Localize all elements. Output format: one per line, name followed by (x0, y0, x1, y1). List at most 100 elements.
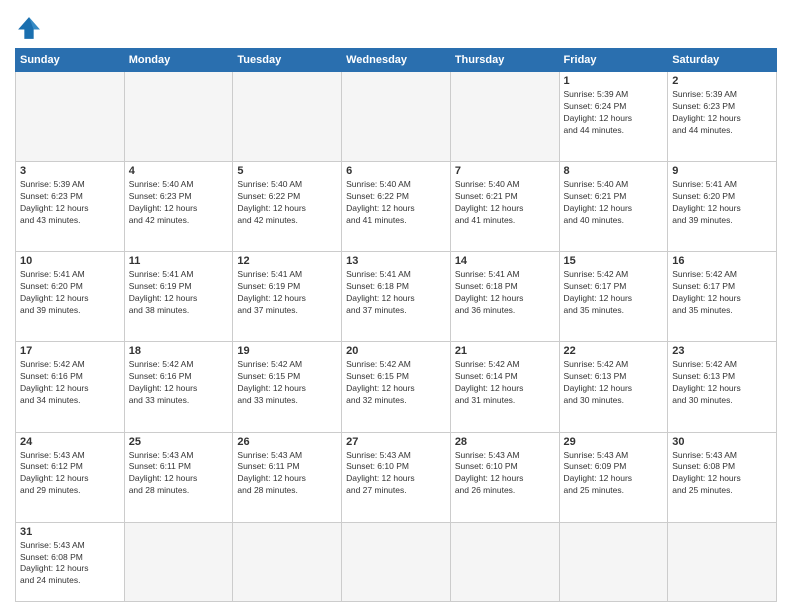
day-cell: 30Sunrise: 5:43 AM Sunset: 6:08 PM Dayli… (668, 432, 777, 522)
day-cell: 11Sunrise: 5:41 AM Sunset: 6:19 PM Dayli… (124, 252, 233, 342)
day-cell: 19 Sunrise: 5:42 AM Sunset: 6:15 PM Dayli… (233, 342, 342, 432)
day-cell: 25Sunrise: 5:43 AM Sunset: 6:11 PM Dayli… (124, 432, 233, 522)
day-cell: 16 Sunrise: 5:42 AM Sunset: 6:17 PM Dayli… (668, 252, 777, 342)
weekday-saturday: Saturday (668, 49, 777, 72)
day-cell: 23Sunrise: 5:42 AM Sunset: 6:13 PM Dayli… (668, 342, 777, 432)
week-row-0: 1 Sunrise: 5:39 AM Sunset: 6:24 PM Daylig… (16, 72, 777, 162)
day-cell: 26 Sunrise: 5:43 AM Sunset: 6:11 PM Dayli… (233, 432, 342, 522)
day-info: Sunrise: 5:43 AM Sunset: 6:08 PM Dayligh… (672, 450, 772, 498)
calendar: SundayMondayTuesdayWednesdayThursdayFrid… (15, 48, 777, 602)
day-cell: 4 Sunrise: 5:40 AM Sunset: 6:23 PM Daylig… (124, 162, 233, 252)
logo-icon (15, 14, 43, 42)
day-cell (450, 522, 559, 601)
day-info: Sunrise: 5:43 AM Sunset: 6:08 PM Dayligh… (20, 540, 120, 588)
day-info: Sunrise: 5:40 AM Sunset: 6:21 PM Dayligh… (455, 179, 555, 227)
day-info: Sunrise: 5:39 AM Sunset: 6:23 PM Dayligh… (20, 179, 120, 227)
day-cell: 29 Sunrise: 5:43 AM Sunset: 6:09 PM Dayli… (559, 432, 668, 522)
day-cell: 6 Sunrise: 5:40 AM Sunset: 6:22 PM Daylig… (342, 162, 451, 252)
day-cell (16, 72, 125, 162)
day-cell (124, 522, 233, 601)
day-cell: 13 Sunrise: 5:41 AM Sunset: 6:18 PM Dayli… (342, 252, 451, 342)
day-info: Sunrise: 5:41 AM Sunset: 6:18 PM Dayligh… (346, 269, 446, 317)
weekday-sunday: Sunday (16, 49, 125, 72)
day-number: 3 (20, 165, 120, 177)
week-row-5: 31Sunrise: 5:43 AM Sunset: 6:08 PM Dayli… (16, 522, 777, 601)
day-cell: 7Sunrise: 5:40 AM Sunset: 6:21 PM Daylig… (450, 162, 559, 252)
day-info: Sunrise: 5:42 AM Sunset: 6:16 PM Dayligh… (20, 359, 120, 407)
day-info: Sunrise: 5:42 AM Sunset: 6:14 PM Dayligh… (455, 359, 555, 407)
day-info: Sunrise: 5:39 AM Sunset: 6:24 PM Dayligh… (564, 89, 664, 137)
day-number: 18 (129, 345, 229, 357)
day-info: Sunrise: 5:42 AM Sunset: 6:16 PM Dayligh… (129, 359, 229, 407)
day-number: 12 (237, 255, 337, 267)
day-cell: 9 Sunrise: 5:41 AM Sunset: 6:20 PM Daylig… (668, 162, 777, 252)
day-info: Sunrise: 5:41 AM Sunset: 6:20 PM Dayligh… (672, 179, 772, 227)
week-row-4: 24 Sunrise: 5:43 AM Sunset: 6:12 PM Dayli… (16, 432, 777, 522)
day-number: 22 (564, 345, 664, 357)
day-number: 6 (346, 165, 446, 177)
day-info: Sunrise: 5:42 AM Sunset: 6:15 PM Dayligh… (346, 359, 446, 407)
day-number: 11 (129, 255, 229, 267)
day-info: Sunrise: 5:43 AM Sunset: 6:11 PM Dayligh… (237, 450, 337, 498)
day-number: 20 (346, 345, 446, 357)
day-info: Sunrise: 5:40 AM Sunset: 6:21 PM Dayligh… (564, 179, 664, 227)
day-info: Sunrise: 5:42 AM Sunset: 6:15 PM Dayligh… (237, 359, 337, 407)
day-number: 29 (564, 436, 664, 448)
day-cell: 27Sunrise: 5:43 AM Sunset: 6:10 PM Dayli… (342, 432, 451, 522)
day-info: Sunrise: 5:43 AM Sunset: 6:12 PM Dayligh… (20, 450, 120, 498)
day-cell (342, 72, 451, 162)
day-info: Sunrise: 5:40 AM Sunset: 6:22 PM Dayligh… (237, 179, 337, 227)
day-cell (450, 72, 559, 162)
day-number: 17 (20, 345, 120, 357)
day-cell: 2 Sunrise: 5:39 AM Sunset: 6:23 PM Daylig… (668, 72, 777, 162)
day-cell (342, 522, 451, 601)
day-number: 4 (129, 165, 229, 177)
day-cell: 10Sunrise: 5:41 AM Sunset: 6:20 PM Dayli… (16, 252, 125, 342)
day-info: Sunrise: 5:40 AM Sunset: 6:23 PM Dayligh… (129, 179, 229, 227)
day-info: Sunrise: 5:43 AM Sunset: 6:09 PM Dayligh… (564, 450, 664, 498)
header (15, 10, 777, 42)
day-number: 24 (20, 436, 120, 448)
week-row-3: 17 Sunrise: 5:42 AM Sunset: 6:16 PM Dayli… (16, 342, 777, 432)
day-info: Sunrise: 5:42 AM Sunset: 6:17 PM Dayligh… (672, 269, 772, 317)
day-number: 23 (672, 345, 772, 357)
day-cell: 28Sunrise: 5:43 AM Sunset: 6:10 PM Dayli… (450, 432, 559, 522)
weekday-wednesday: Wednesday (342, 49, 451, 72)
day-number: 5 (237, 165, 337, 177)
day-number: 9 (672, 165, 772, 177)
logo (15, 14, 47, 42)
day-info: Sunrise: 5:43 AM Sunset: 6:11 PM Dayligh… (129, 450, 229, 498)
week-row-1: 3 Sunrise: 5:39 AM Sunset: 6:23 PM Daylig… (16, 162, 777, 252)
day-info: Sunrise: 5:42 AM Sunset: 6:17 PM Dayligh… (564, 269, 664, 317)
day-info: Sunrise: 5:43 AM Sunset: 6:10 PM Dayligh… (455, 450, 555, 498)
day-number: 2 (672, 75, 772, 87)
day-info: Sunrise: 5:39 AM Sunset: 6:23 PM Dayligh… (672, 89, 772, 137)
weekday-tuesday: Tuesday (233, 49, 342, 72)
day-info: Sunrise: 5:41 AM Sunset: 6:20 PM Dayligh… (20, 269, 120, 317)
day-cell: 21 Sunrise: 5:42 AM Sunset: 6:14 PM Dayli… (450, 342, 559, 432)
day-cell: 3 Sunrise: 5:39 AM Sunset: 6:23 PM Daylig… (16, 162, 125, 252)
day-cell: 24 Sunrise: 5:43 AM Sunset: 6:12 PM Dayli… (16, 432, 125, 522)
day-number: 19 (237, 345, 337, 357)
weekday-thursday: Thursday (450, 49, 559, 72)
weekday-monday: Monday (124, 49, 233, 72)
day-info: Sunrise: 5:40 AM Sunset: 6:22 PM Dayligh… (346, 179, 446, 227)
day-number: 26 (237, 436, 337, 448)
day-cell (668, 522, 777, 601)
day-number: 14 (455, 255, 555, 267)
day-info: Sunrise: 5:41 AM Sunset: 6:19 PM Dayligh… (237, 269, 337, 317)
day-cell (124, 72, 233, 162)
day-cell: 12 Sunrise: 5:41 AM Sunset: 6:19 PM Dayli… (233, 252, 342, 342)
day-number: 15 (564, 255, 664, 267)
weekday-friday: Friday (559, 49, 668, 72)
week-row-2: 10Sunrise: 5:41 AM Sunset: 6:20 PM Dayli… (16, 252, 777, 342)
day-number: 16 (672, 255, 772, 267)
day-cell: 1 Sunrise: 5:39 AM Sunset: 6:24 PM Daylig… (559, 72, 668, 162)
day-info: Sunrise: 5:41 AM Sunset: 6:18 PM Dayligh… (455, 269, 555, 317)
day-cell: 5 Sunrise: 5:40 AM Sunset: 6:22 PM Daylig… (233, 162, 342, 252)
day-number: 1 (564, 75, 664, 87)
day-number: 13 (346, 255, 446, 267)
day-number: 21 (455, 345, 555, 357)
day-cell (233, 522, 342, 601)
day-cell: 31Sunrise: 5:43 AM Sunset: 6:08 PM Dayli… (16, 522, 125, 601)
